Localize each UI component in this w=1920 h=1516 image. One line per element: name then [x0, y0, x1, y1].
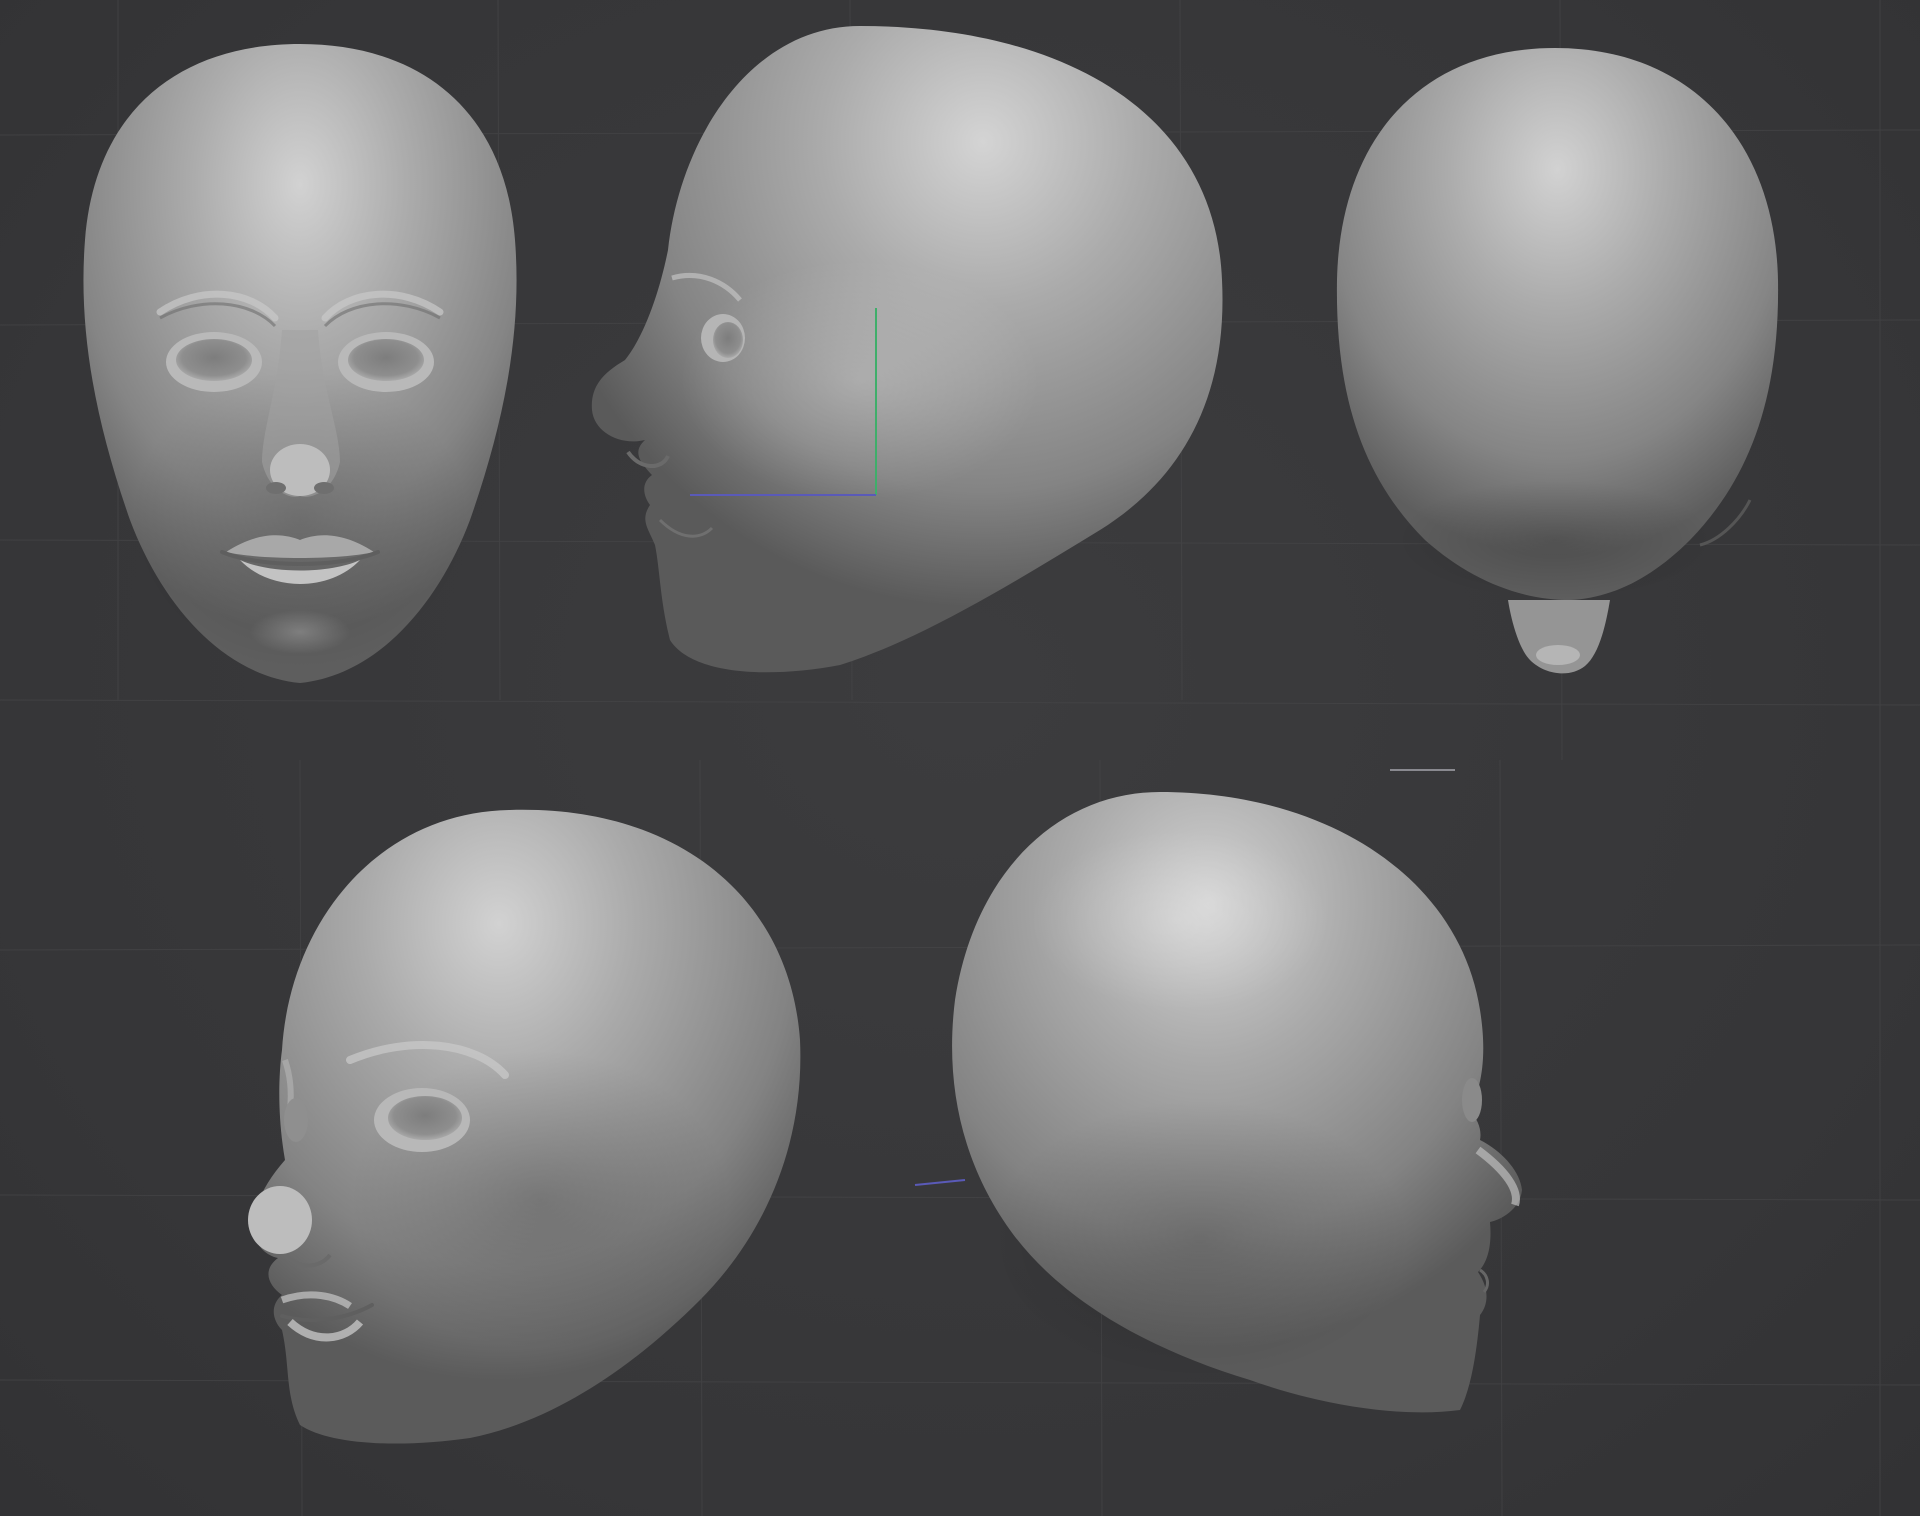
front-left-eye-socket — [176, 339, 252, 381]
btq-eye — [1462, 1078, 1482, 1122]
front-left-nostril — [266, 482, 286, 494]
tq-far-eye — [284, 1098, 308, 1142]
front-chin-highlight — [250, 610, 350, 654]
btq-gizmo-axis[interactable] — [914, 1179, 966, 1186]
front-right-eye-socket — [348, 339, 424, 381]
btq-jaw-shade — [990, 1100, 1410, 1380]
tq-nose-tip — [248, 1186, 312, 1254]
profile-eye-socket — [713, 322, 743, 358]
three-quarter-left-view[interactable] — [248, 809, 801, 1444]
left-profile-view[interactable] — [591, 26, 1223, 673]
sculpt-viewport[interactable] — [0, 0, 1920, 1516]
back-three-quarter-right-view[interactable] — [914, 792, 1522, 1413]
back-neck-shade — [1395, 480, 1715, 600]
front-right-nostril — [314, 482, 334, 494]
btq-crown-highlight — [1030, 830, 1330, 1010]
back-chin-highlight — [1536, 645, 1580, 665]
front-view[interactable] — [83, 44, 517, 683]
viewport-canvas[interactable] — [0, 0, 1920, 1516]
back-view[interactable] — [1336, 48, 1779, 674]
tq-eye-socket — [388, 1096, 462, 1140]
